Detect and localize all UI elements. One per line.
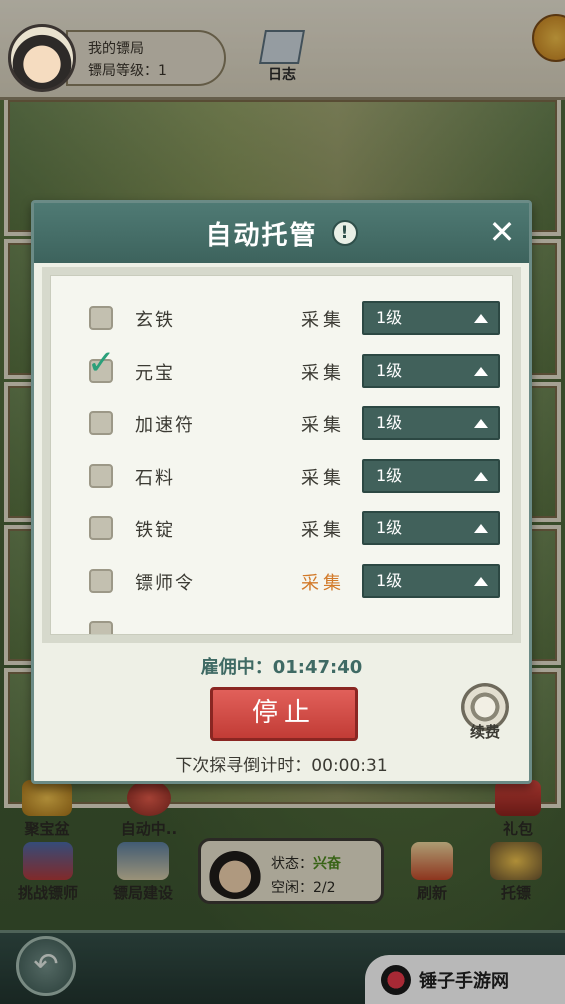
resource-list-frame: 玄铁 采集 1级 ✓ 元宝 采集 1级 加速符 采集 1级 石料 采集 1级 铁锭 采集 1级 镖师令 采集 1级 [42,267,521,643]
dialog-title: 自动托管 [205,220,318,251]
gather-label: 采集 [301,467,345,489]
triangle-up-icon [474,366,488,376]
resource-row: 加速符 采集 1级 [51,399,512,451]
gather-label: 采集 [301,415,345,436]
hire-timer: 雇佣中：01:47:40 [200,657,363,678]
resource-row: 镖师令 采集 1级 [51,557,512,609]
resource-row: 玄铁 采集 1级 [51,294,512,346]
level-value: 1级 [376,360,403,380]
resource-checkbox[interactable] [89,568,113,593]
resource-checkbox[interactable] [89,306,113,330]
stop-button[interactable]: 停止 [210,687,358,741]
resource-list[interactable]: 玄铁 采集 1级 ✓ 元宝 采集 1级 加速符 采集 1级 石料 采集 1级 铁锭 采集 1级 镖师令 采集 1级 [50,275,513,635]
resource-checkbox[interactable] [89,621,113,634]
resource-name: 镖师令 [135,572,195,594]
resource-row: 铁锭 采集 1级 [51,504,512,556]
level-select[interactable]: 1级 [362,353,500,388]
resource-name: 玄铁 [135,310,175,331]
info-icon[interactable]: ! [331,220,358,246]
triangle-up-icon [474,576,488,586]
resource-name: 元宝 [135,362,175,384]
auto-manage-dialog: 自动托管 ! ✕ 玄铁 采集 1级 ✓ 元宝 采集 1级 加速符 采集 1级 石料 采集 1级 铁锭 采集 1… [31,200,532,784]
resource-name: 铁锭 [135,520,175,541]
triangle-up-icon [474,314,488,323]
resource-row-partial [51,609,512,634]
level-select[interactable]: 1级 [362,301,500,335]
next-search-timer: 下次探寻倒计时：00:00:31 [175,756,388,776]
resource-row: ✓ 元宝 采集 1级 [51,342,512,399]
triangle-up-icon [474,524,488,533]
level-select[interactable]: 1级 [362,563,500,598]
level-value: 1级 [376,465,403,485]
checkmark-icon: ✓ [87,342,116,383]
level-value: 1级 [376,308,403,327]
resource-name: 加速符 [135,415,195,436]
avatar[interactable] [8,24,76,92]
level-value: 1级 [376,570,403,590]
resource-checkbox[interactable] [89,411,113,435]
resource-name: 石料 [135,467,175,489]
level-select[interactable]: 1级 [362,458,500,493]
renew-label: 续费 [469,723,500,741]
level-select[interactable]: 1级 [362,406,500,440]
gather-label: 采集 [301,310,345,331]
resource-row: 石料 采集 1级 [51,452,512,504]
resource-checkbox[interactable] [89,463,113,488]
level-value: 1级 [376,413,403,432]
dialog-header: 自动托管 ! [34,203,529,263]
renew-button[interactable]: 续费 [458,683,512,742]
gather-label: 采集 [301,572,345,594]
close-icon[interactable]: ✕ [485,215,519,249]
gather-label: 采集 [301,362,345,384]
resource-checkbox[interactable] [89,516,113,540]
gather-label: 采集 [301,520,345,541]
triangle-up-icon [474,419,488,428]
level-select[interactable]: 1级 [362,511,500,545]
level-value: 1级 [376,518,403,537]
triangle-up-icon [474,471,488,481]
